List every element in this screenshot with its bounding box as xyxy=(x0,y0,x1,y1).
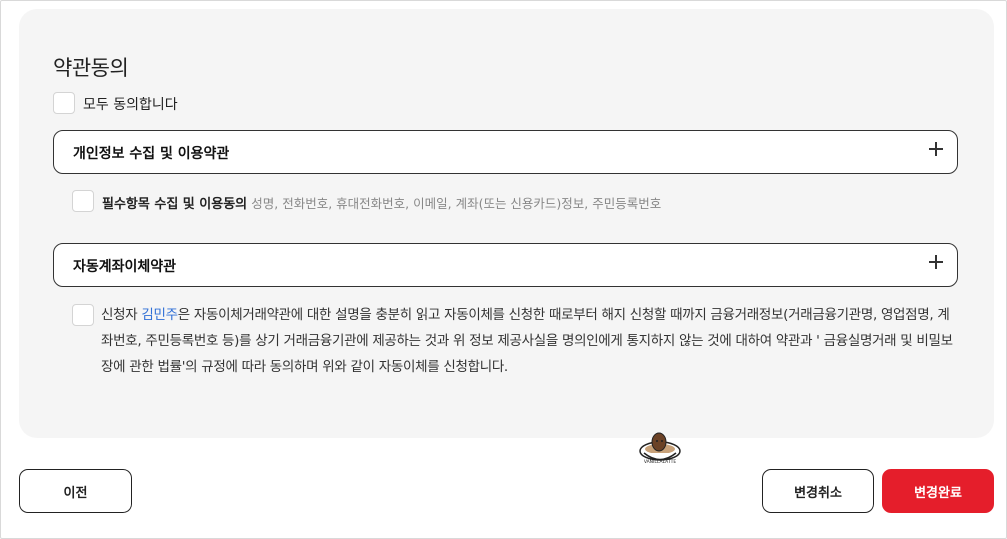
mascot-caption: VANILLALATTE xyxy=(644,459,677,465)
coffee-cup-mascot-icon: VANILLALATTE xyxy=(636,432,684,472)
plus-icon[interactable] xyxy=(929,255,943,269)
autopay-consent-text: 신청자 김민주은 자동이체거래약관에 대한 설명을 충분히 읽고 자동이체를 신… xyxy=(101,302,961,380)
autopay-consent-checkbox[interactable] xyxy=(72,304,94,326)
page-title: 약관동의 xyxy=(53,56,129,80)
privacy-consent-label: 필수항목 수집 및 이용동의 xyxy=(102,197,248,212)
cancel-change-button[interactable]: 변경취소 xyxy=(762,469,874,513)
prev-button[interactable]: 이전 xyxy=(19,469,132,513)
autopay-prefix: 신청자 xyxy=(101,307,142,323)
plus-icon[interactable] xyxy=(929,142,943,156)
agree-all-checkbox[interactable] xyxy=(53,92,75,114)
complete-change-button[interactable]: 변경완료 xyxy=(882,469,994,513)
privacy-consent-detail: 성명, 전화번호, 휴대전화번호, 이메일, 계좌(또는 신용카드)정보, 주민… xyxy=(251,196,662,211)
section-privacy-title: 개인정보 수집 및 이용약관 xyxy=(73,146,230,162)
autopay-body: 은 자동이체거래약관에 대한 설명을 충분히 읽고 자동이체를 신청한 때로부터… xyxy=(101,307,953,375)
section-autopay-terms[interactable]: 자동계좌이체약관 xyxy=(53,243,958,287)
applicant-name: 김민주 xyxy=(141,307,178,323)
privacy-consent-checkbox[interactable] xyxy=(72,190,94,212)
section-privacy-terms[interactable]: 개인정보 수집 및 이용약관 xyxy=(53,130,958,174)
section-autopay-title: 자동계좌이체약관 xyxy=(73,259,177,275)
agree-all-label[interactable]: 모두 동의합니다 xyxy=(83,94,178,114)
